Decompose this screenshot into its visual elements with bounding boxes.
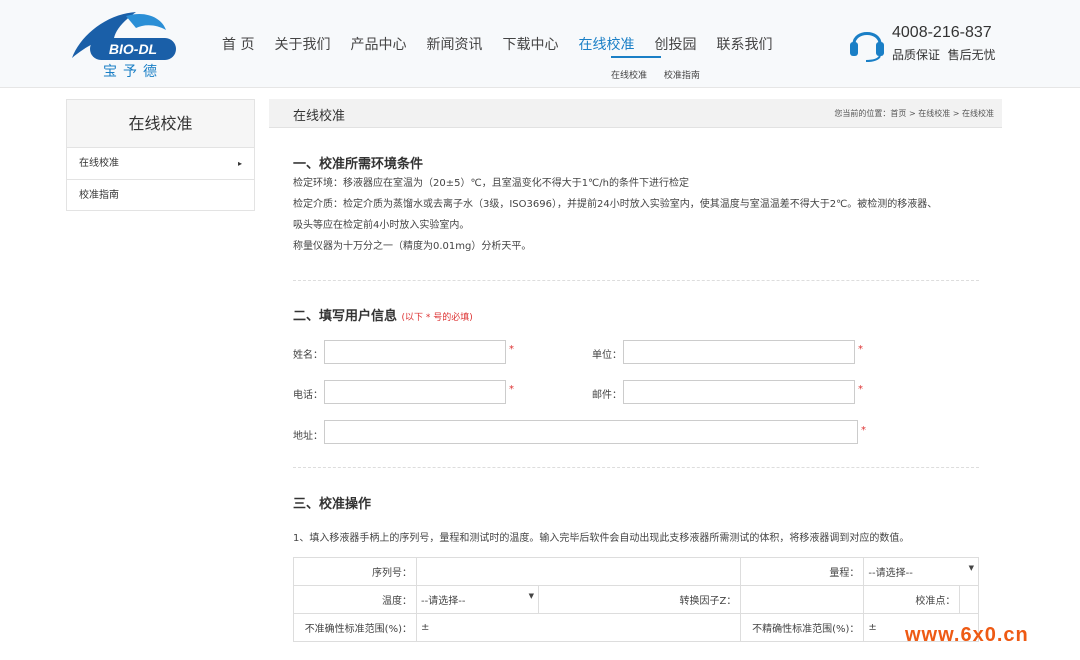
unit-label: 单位： (592, 350, 622, 361)
divider (293, 280, 979, 281)
nav-home[interactable]: 首 页 (212, 34, 264, 54)
table-row: 温度： --请选择-- ▼ 转换因子Z： 校准点： (293, 585, 979, 614)
required-star: * (858, 344, 863, 355)
chevron-down-icon: ▼ (968, 564, 974, 572)
nav-products[interactable]: 产品中心 (340, 34, 416, 54)
temp-label: 温度： (293, 585, 417, 614)
page-title: 在线校准 (293, 109, 346, 124)
nav-news[interactable]: 新闻资讯 (416, 34, 492, 54)
address-field[interactable] (324, 420, 858, 444)
content-header: 在线校准 您当前的位置：首页 > 在线校准 > 在线校准 (269, 99, 1002, 128)
required-star: * (509, 344, 514, 355)
temp-select-value: --请选择-- (421, 596, 466, 607)
unit-field[interactable] (623, 340, 855, 364)
breadcrumb: 您当前的位置：首页 > 在线校准 > 在线校准 (834, 109, 994, 118)
range-select-value: --请选择-- (868, 568, 913, 579)
sidebar-title: 在线校准 (67, 100, 254, 148)
sidebar-item-calibration-guide[interactable]: 校准指南 (67, 180, 254, 212)
subnav: 在线校准 校准指南 (611, 68, 714, 81)
point-value (959, 585, 979, 614)
point-label: 校准点： (863, 585, 961, 614)
name-field[interactable] (324, 340, 506, 364)
hotline-number: 4008-216-837 (892, 24, 992, 41)
nav-contact[interactable]: 联系我们 (706, 34, 782, 54)
imprecision-label: 不精确性标准范围(%)： (740, 613, 865, 642)
sidebar: 在线校准 在线校准 ▸ 校准指南 (66, 99, 255, 211)
calibration-table: 序列号： 量程： --请选择-- ▼ 温度： --请选择-- ▼ 转换因子Z： 校准… (293, 557, 979, 642)
table-row: 不准确性标准范围(%)： ± 不精确性标准范围(%)： ± (293, 613, 979, 642)
sidebar-item-online-calibration[interactable]: 在线校准 ▸ (67, 148, 254, 180)
factor-label: 转换因子Z： (537, 585, 742, 614)
phone-label: 电话： (293, 390, 323, 401)
nav-about[interactable]: 关于我们 (264, 34, 340, 54)
bio-dl-logo[interactable]: BIO-DL 宝予德 (66, 8, 178, 80)
section3-title: 三、校准操作 (293, 497, 372, 512)
required-star: * (858, 384, 863, 395)
chevron-down-icon: ▼ (528, 592, 534, 600)
env-line-4: 称量仪器为十万分之一（精度为0.01mg）分析天平。 (293, 241, 532, 252)
env-line-2: 检定介质：检定介质为蒸馏水或去离子水（3级，ISO3696），并提前24小时放入… (293, 199, 938, 210)
phone-field[interactable] (324, 380, 506, 404)
env-line-3: 吸头等应在检定前4小时放入实验室内。 (293, 220, 470, 231)
uncertainty-label: 不准确性标准范围(%)： (293, 613, 417, 642)
sidebar-item-label: 校准指南 (79, 190, 119, 201)
factor-value (740, 585, 865, 614)
arrow-right-icon: ▸ (237, 159, 242, 168)
serial-label: 序列号： (293, 557, 417, 586)
required-star: * (509, 384, 514, 395)
nav-online-calibration[interactable]: 在线校准 (568, 34, 644, 54)
nav-active-indicator (611, 56, 661, 58)
nav-venture[interactable]: 创投园 (644, 34, 706, 54)
headset-icon (850, 32, 884, 62)
main-nav: 首 页 关于我们 产品中心 新闻资讯 下载中心 在线校准 创投园 联系我们 (212, 34, 782, 54)
section1-title: 一、校准所需环境条件 (293, 157, 424, 172)
required-star: * (861, 425, 866, 436)
header: BIO-DL 宝予德 首 页 关于我们 产品中心 新闻资讯 下载中心 在线校准 … (0, 0, 1080, 88)
email-label: 邮件： (592, 390, 622, 401)
logo-text: BIO-DL (109, 41, 157, 57)
watermark: www.6x0.cn (905, 624, 1029, 646)
range-label: 量程： (740, 557, 865, 586)
subnav-calibration-guide[interactable]: 校准指南 (664, 71, 700, 81)
sidebar-item-label: 在线校准 (79, 158, 119, 169)
address-label: 地址： (293, 431, 323, 442)
name-label: 姓名： (293, 350, 323, 361)
serial-input[interactable] (415, 557, 742, 586)
temp-select[interactable]: --请选择-- ▼ (416, 585, 539, 614)
email-field[interactable] (623, 380, 855, 404)
nav-downloads[interactable]: 下载中心 (492, 34, 568, 54)
divider (293, 467, 979, 468)
env-line-1: 检定环境：移液器应在室温为（20±5）℃，且室温变化不得大于1℃/h的条件下进行… (293, 178, 689, 189)
section2-title-text: 二、填写用户信息 (293, 309, 398, 324)
logo-cn: 宝予德 (103, 64, 163, 80)
section3-instruction: 1、填入移液器手柄上的序列号，量程和测试时的温度。输入完毕后软件会自动出现此支移… (293, 533, 910, 544)
range-select[interactable]: --请选择-- ▼ (863, 557, 979, 586)
table-row: 序列号： 量程： --请选择-- ▼ (293, 557, 979, 586)
hotline-slogan: 品质保证 售后无忧 (892, 48, 996, 62)
required-note: (以下 * 号的必填) (401, 313, 473, 323)
uncertainty-value: ± (415, 613, 742, 642)
section1-body: 检定环境：移液器应在室温为（20±5）℃，且室温变化不得大于1℃/h的条件下进行… (293, 173, 983, 257)
section2-title: 二、填写用户信息 (以下 * 号的必填) (293, 305, 473, 324)
subnav-online-calibration[interactable]: 在线校准 (611, 71, 647, 81)
